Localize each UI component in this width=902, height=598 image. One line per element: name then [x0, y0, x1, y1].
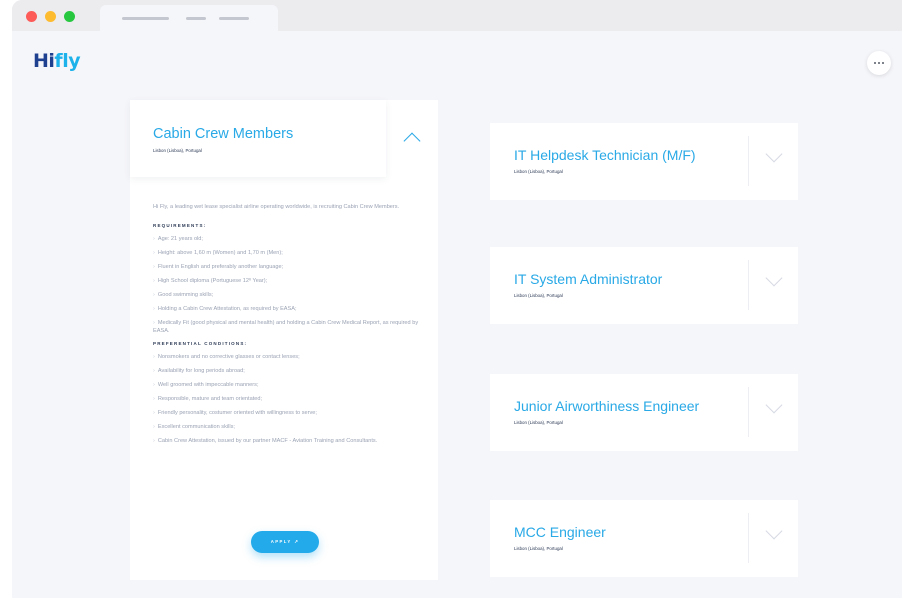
tab-placeholder-bar	[186, 17, 206, 20]
chevron-down-icon	[765, 522, 783, 540]
job-location: Lisbon (Lisboa), Portugal	[514, 169, 563, 174]
close-window-button[interactable]	[26, 11, 37, 22]
bullet-icon: ›	[153, 424, 155, 430]
preferential-item: › Well groomed with impeccable manners;	[153, 381, 423, 390]
job-card[interactable]: Junior Airworthiness Engineer Lisbon (Li…	[490, 374, 798, 451]
preferential-item: › Responsible, mature and team orientated…	[153, 395, 423, 404]
requirement-text: Age: 21 years old;	[157, 235, 203, 242]
more-dots-icon	[882, 62, 884, 64]
preferential-text: Excellent communication skills;	[157, 424, 235, 430]
requirement-item: › Height: above 1,60 m (Women) and 1,70 m…	[153, 249, 423, 258]
requirement-text: Good swimming skills;	[157, 291, 214, 298]
requirement-text: High School diploma (Portuguese 12º Year…	[157, 277, 268, 284]
preferential-item: › Availability for long periods abroad;	[153, 367, 423, 376]
job-location: Lisbon (Lisboa), Portugal	[514, 546, 563, 551]
bullet-icon: ›	[153, 235, 155, 242]
bullet-icon: ›	[153, 410, 155, 417]
job-location: Lisbon (Lisboa), Portugal	[514, 420, 563, 425]
hifly-logo[interactable]: Hifly	[33, 50, 81, 72]
job-card-header[interactable]: Cabin Crew Members Lisbon (Lisboa), Port…	[130, 100, 386, 177]
chevron-up-icon	[403, 132, 421, 150]
preferential-list: › Nonsmokers and no corrective glasses or…	[153, 353, 423, 446]
logo-part-hi: Hi	[33, 50, 55, 72]
preferential-item: › Friendly personality, costumer oriented…	[153, 409, 423, 418]
expand-toggle-button[interactable]	[749, 374, 798, 451]
job-card[interactable]: IT System Administrator Lisbon (Lisboa),…	[490, 247, 798, 324]
job-title: IT Helpdesk Technician (M/F)	[514, 147, 696, 163]
preferential-text: Friendly personality, costumer oriented …	[157, 410, 317, 417]
apply-button[interactable]: APPLY ↗	[251, 531, 319, 553]
requirement-text: Medically Fit (good physical and mental …	[153, 319, 419, 335]
job-title: Junior Airworthiness Engineer	[514, 398, 700, 414]
expand-toggle-button[interactable]	[749, 247, 798, 324]
browser-chrome	[12, 0, 902, 31]
bullet-icon: ›	[153, 263, 155, 270]
preferential-heading: PREFERENTIAL CONDITIONS:	[153, 341, 248, 347]
bullet-icon: ›	[153, 354, 155, 361]
preferential-item: › Cabin Crew Attestation, issued by our p…	[153, 437, 423, 446]
requirement-item: › Fluent in English and preferably anothe…	[153, 263, 423, 272]
more-dots-icon	[874, 62, 876, 64]
preferential-text: Nonsmokers and no corrective glasses or …	[157, 354, 300, 361]
careers-page: Hifly Cabin Crew Members Lisbon (Lisboa)…	[12, 31, 902, 598]
expand-toggle-button[interactable]	[749, 500, 798, 577]
preferential-text: Responsible, mature and team orientated;	[157, 396, 263, 403]
browser-window: Hifly Cabin Crew Members Lisbon (Lisboa)…	[12, 0, 902, 598]
job-card[interactable]: IT Helpdesk Technician (M/F) Lisbon (Lis…	[490, 123, 798, 200]
bullet-icon: ›	[153, 437, 155, 444]
preferential-text: Availability for long periods abroad;	[157, 368, 245, 375]
maximize-window-button[interactable]	[64, 11, 75, 22]
more-dots-icon	[878, 62, 880, 64]
chevron-down-icon	[765, 396, 783, 414]
bullet-icon: ›	[153, 319, 155, 326]
requirements-list: › Age: 21 years old; › Height: above 1,60 …	[153, 235, 423, 336]
requirement-item: › High School diploma (Portuguese 12º Yea…	[153, 277, 423, 286]
requirement-item: › Good swimming skills;	[153, 291, 423, 300]
job-title: IT System Administrator	[514, 271, 663, 287]
chevron-down-icon	[765, 145, 783, 163]
requirement-text: Height: above 1,60 m (Women) and 1,70 m …	[157, 249, 283, 256]
requirement-item: › Medically Fit (good physical and mental…	[153, 319, 423, 336]
tab-placeholder-bar	[219, 17, 249, 20]
requirement-text: Holding a Cabin Crew Attestation, as req…	[157, 305, 297, 312]
job-description: Hi Fly, a leading wet lease specialist a…	[153, 203, 423, 451]
tab-placeholder-bar	[122, 17, 169, 20]
job-location: Lisbon (Lisboa), Portugal	[153, 148, 202, 153]
browser-tab[interactable]	[100, 5, 278, 31]
preferential-text: Well groomed with impeccable manners;	[157, 382, 259, 389]
bullet-icon: ›	[153, 305, 155, 312]
more-options-button[interactable]	[867, 51, 891, 75]
bullet-icon: ›	[153, 291, 155, 298]
job-location: Lisbon (Lisboa), Portugal	[514, 293, 563, 298]
bullet-icon: ›	[153, 368, 155, 375]
bullet-icon: ›	[153, 277, 155, 284]
minimize-window-button[interactable]	[45, 11, 56, 22]
bullet-icon: ›	[153, 249, 155, 256]
preferential-item: › Excellent communication skills;	[153, 423, 423, 432]
requirement-item: › Holding a Cabin Crew Attestation, as re…	[153, 305, 423, 314]
requirement-text: Fluent in English and preferably another…	[157, 263, 284, 270]
preferential-item: › Nonsmokers and no corrective glasses or…	[153, 353, 423, 362]
job-title: Cabin Crew Members	[153, 126, 294, 142]
job-intro: Hi Fly, a leading wet lease specialist a…	[153, 204, 400, 210]
job-card[interactable]: MCC Engineer Lisbon (Lisboa), Portugal	[490, 500, 798, 577]
logo-part-fly: fly	[54, 50, 81, 72]
chevron-down-icon	[765, 269, 783, 287]
expand-toggle-button[interactable]	[749, 123, 798, 200]
requirement-item: › Age: 21 years old;	[153, 235, 423, 244]
bullet-icon: ›	[153, 396, 155, 403]
collapse-toggle-button[interactable]	[386, 100, 438, 177]
bullet-icon: ›	[153, 382, 155, 389]
preferential-text: Cabin Crew Attestation, issued by our pa…	[157, 437, 378, 444]
job-title: MCC Engineer	[514, 524, 606, 540]
requirements-heading: REQUIREMENTS:	[153, 222, 207, 228]
job-card-expanded: Cabin Crew Members Lisbon (Lisboa), Port…	[130, 100, 438, 580]
